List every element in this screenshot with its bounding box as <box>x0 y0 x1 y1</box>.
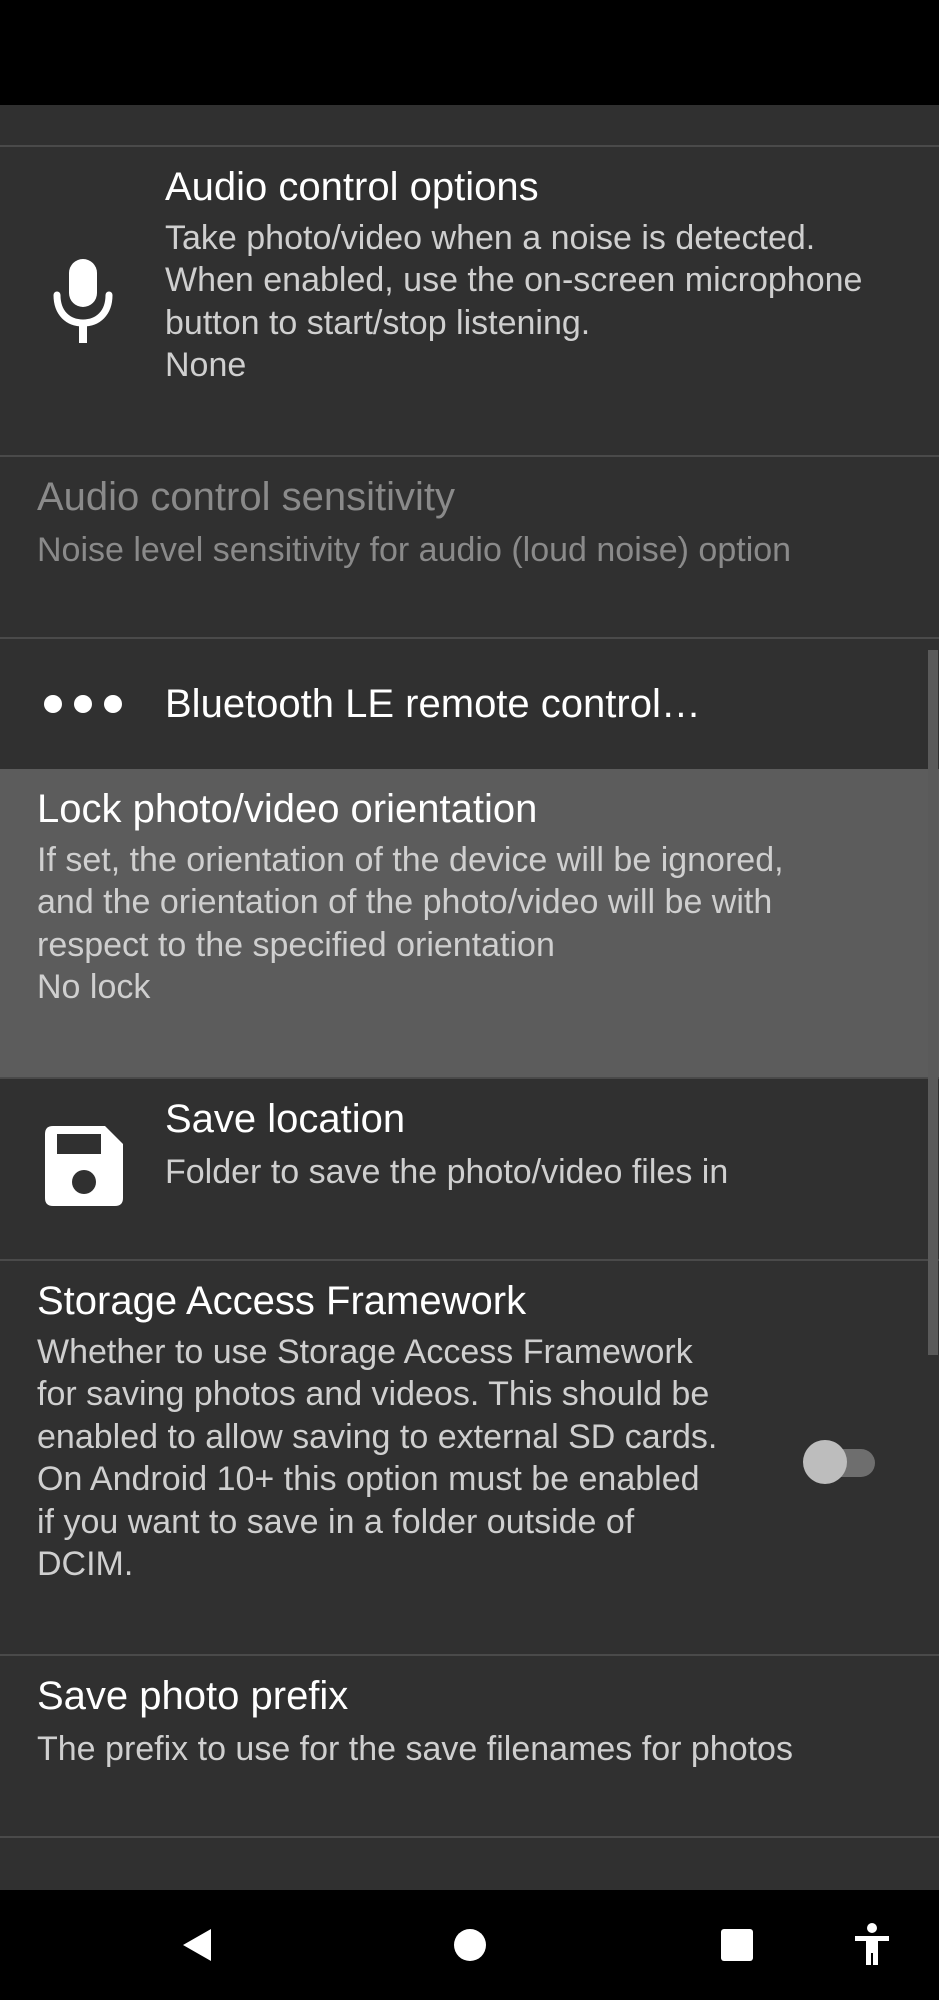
pref-title: Storage Access Framework <box>37 1279 527 1323</box>
pref-save-photo-prefix[interactable]: Save photo prefix The prefix to use for … <box>0 1656 939 1836</box>
accessibility-icon[interactable] <box>837 1910 907 1980</box>
pref-summary-line: for saving photos and videos. This shoul… <box>37 1375 710 1413</box>
pref-summary-line: DCIM. <box>37 1545 134 1583</box>
pref-audio-control-sensitivity[interactable]: Audio control sensitivity Noise level se… <box>0 457 939 637</box>
pref-value: No lock <box>37 968 151 1006</box>
more-horizontal-icon <box>38 659 128 749</box>
microphone-icon <box>38 257 128 347</box>
settings-list[interactable]: Audio control options Take photo/video w… <box>0 105 939 1890</box>
pref-summary-line: If set, the orientation of the device wi… <box>37 841 784 879</box>
home-circle-icon[interactable] <box>435 1910 505 1980</box>
pref-next-partial[interactable] <box>0 1838 939 1890</box>
pref-value: None <box>165 346 247 384</box>
toggle-thumb <box>803 1440 847 1484</box>
pref-title: Bluetooth LE remote control… <box>165 682 701 726</box>
pref-lock-orientation[interactable]: Lock photo/video orientation If set, the… <box>0 769 939 1077</box>
back-triangle-icon[interactable] <box>162 1910 232 1980</box>
pref-title: Save location <box>165 1097 406 1141</box>
pref-summary-line: When enabled, use the on-screen micropho… <box>165 261 863 299</box>
pref-title: Audio control sensitivity <box>37 475 455 519</box>
pref-summary-line: respect to the specified orientation <box>37 926 555 964</box>
pref-summary-line: and the orientation of the photo/video w… <box>37 883 773 921</box>
navigation-bar <box>0 1890 939 2000</box>
pref-summary-line: if you want to save in a folder outside … <box>37 1503 635 1541</box>
pref-audio-control-options[interactable]: Audio control options Take photo/video w… <box>0 147 939 456</box>
pref-title: Save photo prefix <box>37 1674 349 1718</box>
pref-bluetooth-le-remote[interactable]: Bluetooth LE remote control… <box>0 639 939 769</box>
pref-save-location[interactable]: Save location Folder to save the photo/v… <box>0 1079 939 1259</box>
pref-summary-line: Folder to save the photo/video files in <box>165 1153 729 1191</box>
recents-square-icon[interactable] <box>702 1910 772 1980</box>
save-floppy-icon <box>38 1121 128 1211</box>
pref-summary-line: Noise level sensitivity for audio (loud … <box>37 531 792 569</box>
pref-title: Audio control options <box>165 165 539 209</box>
scrollbar[interactable] <box>928 650 938 1355</box>
status-bar <box>0 0 939 105</box>
pref-summary-line: Take photo/video when a noise is detecte… <box>165 219 816 257</box>
pref-summary-line: Whether to use Storage Access Framework <box>37 1333 693 1371</box>
pref-storage-access-framework[interactable]: Storage Access Framework Whether to use … <box>0 1261 939 1654</box>
storage-access-framework-toggle[interactable] <box>803 1438 879 1488</box>
pref-summary-line: The prefix to use for the save filenames… <box>37 1730 793 1768</box>
pref-summary-line: enabled to allow saving to external SD c… <box>37 1418 718 1456</box>
pref-summary-line: button to start/stop listening. <box>165 304 591 342</box>
pref-title: Lock photo/video orientation <box>37 787 538 831</box>
pref-summary-line: On Android 10+ this option must be enabl… <box>37 1460 700 1498</box>
